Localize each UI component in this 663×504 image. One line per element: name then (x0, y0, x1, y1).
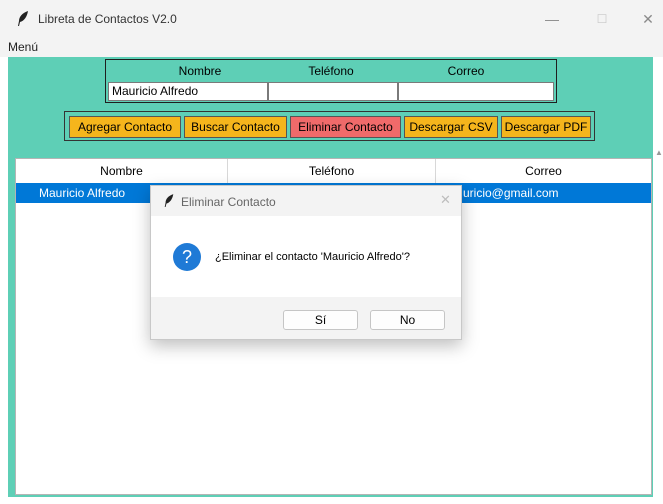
telefono-input[interactable] (268, 82, 398, 101)
column-header-correo[interactable]: Correo (436, 159, 651, 183)
dialog-title: Eliminar Contacto (181, 195, 276, 209)
add-contact-button[interactable]: Agregar Contacto (69, 116, 181, 138)
close-button[interactable]: ✕ (633, 8, 663, 30)
feather-icon (18, 11, 28, 26)
title-bar: Libreta de Contactos V2.0 — ☐ ✕ (0, 0, 663, 38)
correo-input[interactable] (398, 82, 554, 101)
yes-button[interactable]: Sí (283, 310, 358, 330)
menu-item[interactable]: Menú (8, 40, 38, 54)
search-contact-button[interactable]: Buscar Contacto (184, 116, 287, 138)
dialog-title-bar: Eliminar Contacto ✕ (151, 186, 461, 216)
dialog-close-button[interactable]: ✕ (440, 192, 451, 208)
form-header-telefono: Teléfono (308, 64, 354, 78)
form-header-nombre: Nombre (178, 64, 222, 78)
svg-text:?: ? (182, 247, 192, 267)
cell-nombre: Mauricio Alfredo (39, 186, 126, 200)
delete-contact-button[interactable]: Eliminar Contacto (290, 116, 401, 138)
menu-bar: Menú (0, 38, 663, 57)
download-pdf-button[interactable]: Descargar PDF (501, 116, 591, 138)
maximize-button[interactable]: ☐ (587, 8, 617, 30)
download-csv-button[interactable]: Descargar CSV (404, 116, 498, 138)
cell-correo: uricio@gmail.com (463, 186, 559, 200)
contact-form: Nombre Teléfono Correo Mauricio Alfredo (105, 59, 557, 103)
dialog-body: ? ¿Eliminar el contacto 'Mauricio Alfred… (151, 216, 461, 297)
column-header-telefono[interactable]: Teléfono (228, 159, 436, 183)
form-header-correo: Correo (447, 64, 485, 78)
question-icon: ? (173, 243, 201, 271)
dialog-message: ¿Eliminar el contacto 'Mauricio Alfredo'… (215, 251, 410, 263)
nombre-input[interactable]: Mauricio Alfredo (108, 82, 268, 101)
minimize-button[interactable]: — (537, 8, 567, 30)
feather-icon (164, 194, 174, 207)
no-button[interactable]: No (370, 310, 445, 330)
window-title: Libreta de Contactos V2.0 (38, 12, 177, 26)
column-header-nombre[interactable]: Nombre (16, 159, 228, 183)
delete-confirm-dialog: Eliminar Contacto ✕ ? ¿Eliminar el conta… (150, 185, 462, 340)
scrollbar-up-arrow[interactable]: ▲ (655, 148, 663, 168)
